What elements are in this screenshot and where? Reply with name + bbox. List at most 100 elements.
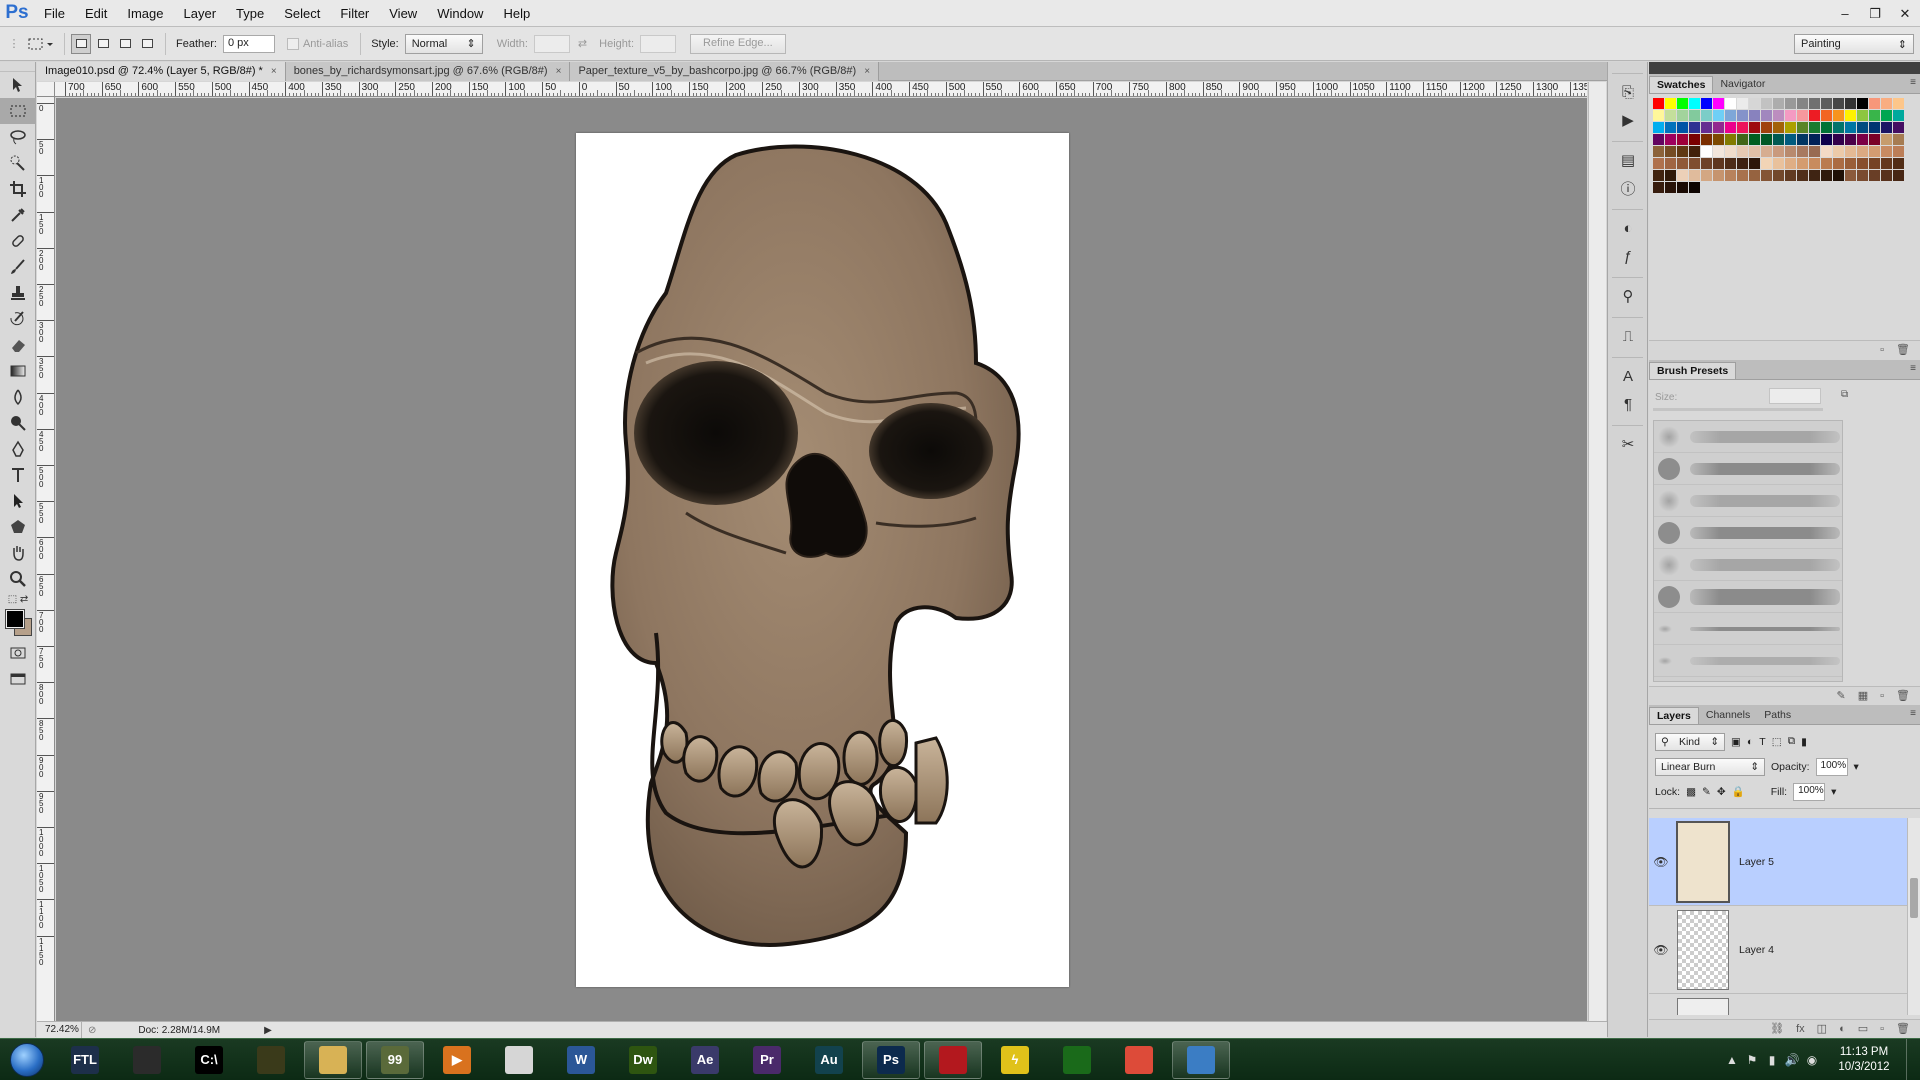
pen-tool-icon[interactable] [0,436,36,462]
brush-preset-item[interactable] [1654,421,1842,453]
filter-type-icon[interactable]: T [1759,736,1765,748]
color-swatch[interactable] [1845,158,1856,169]
color-swatch[interactable] [1857,170,1868,181]
new-brush-icon[interactable]: ▫ [1880,690,1884,702]
dodge-tool-icon[interactable] [0,410,36,436]
color-swatch[interactable] [1785,170,1796,181]
default-colors-icon[interactable]: ⬚ ⇄ [0,592,36,606]
paragraph-panel-icon[interactable]: ¶ [1608,390,1648,418]
color-swatch[interactable] [1653,182,1664,193]
taskbar-app-premiere[interactable]: Pr [738,1041,796,1079]
color-swatch[interactable] [1677,134,1688,145]
brush-panel-toggle-icon[interactable]: ⧉ [1841,389,1848,400]
color-swatch[interactable] [1725,110,1736,121]
panel-menu-icon[interactable]: ≡ [1910,363,1916,374]
color-swatch[interactable] [1881,146,1892,157]
color-swatch[interactable] [1833,146,1844,157]
vertical-ruler[interactable]: 0 5 0 1 0 0 1 5 0 2 0 0 2 5 0 3 0 0 3 5 0 4 0 0 4… [37,97,55,1021]
color-swatch[interactable] [1893,170,1904,181]
color-swatch[interactable] [1785,134,1796,145]
tab-paths[interactable]: Paths [1757,707,1798,724]
color-swatch[interactable] [1833,134,1844,145]
brush-size-slider[interactable] [1653,408,1823,411]
subtract-selection-button[interactable] [115,34,135,54]
color-swatch[interactable] [1797,122,1808,133]
color-swatch[interactable] [1713,98,1724,109]
color-swatch[interactable] [1857,134,1868,145]
layer-style-icon[interactable]: fx [1796,1023,1805,1035]
blend-mode-select[interactable]: Linear Burn ⇕ [1655,757,1765,776]
color-swatch[interactable] [1797,170,1808,181]
clone-source-icon[interactable]: ⎍ [1608,322,1648,350]
color-swatch[interactable] [1677,98,1688,109]
doc-tab-image010[interactable]: Image010.psd @ 72.4% (Layer 5, RGB/8#) *… [37,62,286,81]
color-swatch[interactable] [1701,110,1712,121]
color-swatch[interactable] [1689,170,1700,181]
color-swatch[interactable] [1773,146,1784,157]
taskbar-app-rss-reader[interactable] [242,1041,300,1079]
color-swatch[interactable] [1833,110,1844,121]
color-swatch[interactable] [1689,158,1700,169]
color-swatch[interactable] [1653,110,1664,121]
menu-window[interactable]: Window [427,0,493,27]
color-swatch[interactable] [1749,110,1760,121]
tab-brush-presets[interactable]: Brush Presets [1649,362,1737,379]
color-swatch[interactable] [1785,146,1796,157]
color-swatch[interactable] [1821,134,1832,145]
taskbar-app-after-effects[interactable]: Ae [676,1041,734,1079]
add-to-selection-button[interactable] [93,34,113,54]
color-swatch[interactable] [1857,158,1868,169]
color-swatch[interactable] [1749,98,1760,109]
color-swatch[interactable] [1773,98,1784,109]
zoom-tool-icon[interactable] [0,566,36,592]
intersect-selection-button[interactable] [137,34,157,54]
menu-view[interactable]: View [379,0,427,27]
color-swatch[interactable] [1689,98,1700,109]
color-swatch[interactable] [1821,170,1832,181]
taskbar-app-lightning-app[interactable]: ϟ [986,1041,1044,1079]
brush-preset-item[interactable] [1654,453,1842,485]
color-swatch[interactable] [1665,110,1676,121]
crop-tool-icon[interactable] [0,176,36,202]
swap-dimensions-icon[interactable]: ⇄ [578,37,587,50]
scrollbar-thumb[interactable] [1910,878,1918,918]
tool-preset-picker[interactable] [24,34,56,54]
foreground-color[interactable] [5,609,25,629]
lock-transparent-icon[interactable]: ▩ [1686,786,1696,798]
doc-tab-paper-texture[interactable]: Paper_texture_v5_by_bashcorpo.jpg @ 66.7… [570,62,880,81]
color-swatch[interactable] [1677,110,1688,121]
color-swatch[interactable] [1689,146,1700,157]
eyedropper-tool-icon[interactable] [0,202,36,228]
brush-preset-item[interactable] [1654,613,1842,645]
color-swatch[interactable] [1725,98,1736,109]
color-swatch[interactable] [1761,98,1772,109]
new-group-icon[interactable]: ▭ [1858,1022,1868,1035]
color-swatch[interactable] [1677,146,1688,157]
color-swatch[interactable] [1665,98,1676,109]
delete-layer-icon[interactable]: 🗑 [1896,1022,1910,1035]
color-swatch[interactable] [1833,98,1844,109]
refine-edge-button[interactable]: Refine Edge... [690,33,786,54]
history-panel-icon[interactable]: ⎘ [1608,78,1648,106]
brush-tool-icon[interactable] [0,254,36,280]
color-swatch[interactable] [1857,110,1868,121]
color-swatch[interactable] [1665,134,1676,145]
taskbar-clock[interactable]: 11:13 PM 10/3/2012 [1822,1045,1906,1075]
styles-panel-icon[interactable]: ƒ [1608,242,1648,270]
taskbar-app-gauge-app[interactable] [490,1041,548,1079]
color-swatch[interactable] [1881,134,1892,145]
color-swatch[interactable] [1869,110,1880,121]
color-swatch[interactable] [1809,98,1820,109]
menu-image[interactable]: Image [117,0,173,27]
actions-panel-icon[interactable]: ▶ [1608,106,1648,134]
color-swatch[interactable] [1665,122,1676,133]
document-canvas[interactable] [576,133,1069,987]
tab-layers[interactable]: Layers [1649,707,1699,724]
delete-swatch-icon[interactable]: 🗑 [1896,343,1910,356]
color-swatch[interactable] [1857,122,1868,133]
color-swatch[interactable] [1713,170,1724,181]
brush-panel-icon[interactable]: ⚲ [1608,282,1648,310]
color-swatch[interactable] [1689,134,1700,145]
color-swatch[interactable] [1713,110,1724,121]
color-swatch[interactable] [1749,122,1760,133]
